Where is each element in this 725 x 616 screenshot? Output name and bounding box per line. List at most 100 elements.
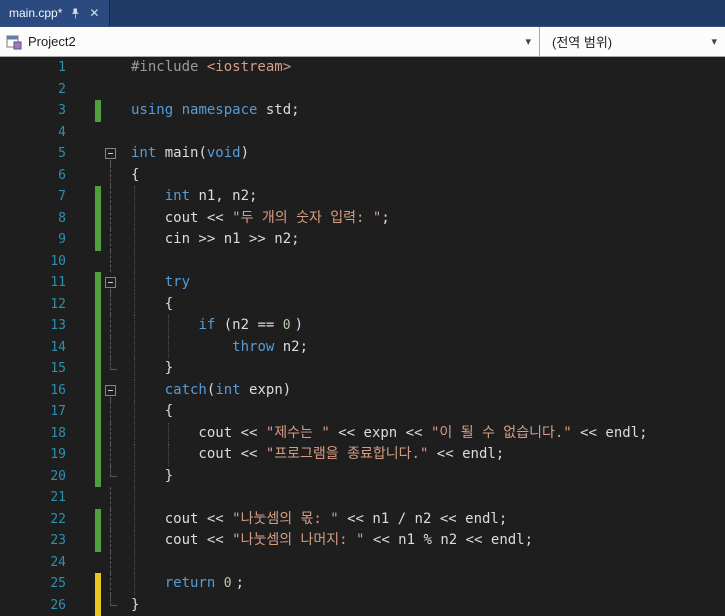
- code-line[interactable]: 15 }: [0, 358, 725, 380]
- code-line[interactable]: 5 int main(void): [0, 143, 725, 165]
- tab-main-cpp[interactable]: main.cpp* ✕: [0, 0, 111, 26]
- code-token: }: [131, 360, 174, 376]
- indent-guide: [134, 250, 136, 272]
- indent-guide: [134, 401, 136, 423]
- code-line[interactable]: 26 }: [0, 594, 725, 616]
- code-content: [121, 487, 725, 509]
- code-token: << n1 / n2 << endl;: [338, 510, 508, 527]
- code-token: return: [164, 575, 216, 591]
- fold-margin-cell: [101, 551, 121, 574]
- code-content: {: [121, 293, 725, 315]
- project-dropdown-label: Project2: [28, 34, 76, 49]
- code-token: try: [164, 274, 191, 290]
- code-line[interactable]: 7 int n1, n2;: [0, 186, 725, 208]
- code-content: catch(int expn): [121, 379, 725, 401]
- code-token: 0: [282, 318, 291, 333]
- fold-margin-cell: [101, 57, 121, 79]
- code-token: throw: [232, 338, 275, 355]
- close-icon[interactable]: ✕: [88, 7, 100, 19]
- code-token: << endl;: [428, 446, 505, 462]
- code-line[interactable]: 25 return 0;: [0, 573, 725, 595]
- code-content: cout << "프로그램을 종료합니다." << endl;: [121, 444, 725, 466]
- code-line[interactable]: 10: [0, 250, 725, 272]
- code-token: "이 될 수 없습니다.": [430, 424, 572, 441]
- code-line[interactable]: 8 cout << "두 개의 숫자 입력: ";: [0, 207, 725, 230]
- code-token: catch: [164, 381, 207, 398]
- code-line[interactable]: 23 cout << "나눗셈의 나머지: " << n1 % n2 << en…: [0, 530, 725, 552]
- project-dropdown[interactable]: Project2 ▾: [0, 27, 540, 56]
- code-token: cout <<: [131, 510, 233, 527]
- code-token: n2;: [274, 338, 309, 355]
- code-line[interactable]: 20 }: [0, 465, 725, 488]
- code-line[interactable]: 6 {: [0, 164, 725, 187]
- code-line[interactable]: 12 {: [0, 293, 725, 316]
- line-number: 6: [58, 167, 66, 183]
- code-content: {: [121, 165, 725, 187]
- fold-toggle-icon[interactable]: [105, 148, 116, 159]
- selection-margin: [70, 122, 95, 144]
- code-token: "두 개의 숫자 입력: ": [232, 209, 382, 226]
- indent-guide: [134, 379, 136, 401]
- code-line[interactable]: 4: [0, 122, 725, 144]
- code-token: cout <<: [131, 532, 233, 548]
- code-line[interactable]: 14 throw n2;: [0, 336, 725, 359]
- code-line[interactable]: 3 using namespace std;: [0, 100, 725, 122]
- fold-toggle-icon[interactable]: [105, 384, 116, 396]
- selection-margin: [70, 573, 95, 595]
- code-line[interactable]: 16 catch(int expn): [0, 379, 725, 401]
- code-line[interactable]: 17 {: [0, 401, 725, 423]
- line-number: 22: [50, 511, 66, 527]
- line-number: 5: [58, 146, 66, 161]
- selection-margin: [70, 337, 95, 359]
- code-line[interactable]: 1 #include <iostream>: [0, 57, 725, 79]
- fold-margin-cell: [101, 573, 121, 595]
- code-token: 0: [223, 576, 232, 591]
- code-line[interactable]: 18 cout << "제수는 " << expn << "이 될 수 없습니다…: [0, 422, 725, 444]
- code-line[interactable]: 21: [0, 487, 725, 509]
- code-line[interactable]: 22 cout << "나눗셈의 몫: " << n1 / n2 << endl…: [0, 508, 725, 530]
- code-token: ;: [235, 575, 244, 591]
- line-number: 13: [50, 318, 66, 333]
- line-number: 24: [50, 554, 66, 570]
- code-content: }: [121, 465, 725, 487]
- code-token: #include: [131, 59, 207, 75]
- line-number: 17: [50, 404, 66, 419]
- code-line[interactable]: 13 if (n2 == 0): [0, 315, 725, 337]
- indent-guide: [134, 336, 136, 358]
- pin-icon[interactable]: [70, 8, 80, 19]
- code-line[interactable]: 19 cout << "프로그램을 종료합니다." << endl;: [0, 444, 725, 466]
- code-line[interactable]: 9 cin >> n1 >> n2;: [0, 229, 725, 251]
- code-content: cout << "나눗셈의 몫: " << n1 / n2 << endl;: [121, 508, 725, 530]
- fold-margin-cell: [101, 465, 121, 488]
- code-token: }: [131, 467, 174, 484]
- code-token: {: [131, 295, 174, 312]
- indent-guide: [134, 229, 136, 251]
- fold-margin-cell: [101, 315, 121, 337]
- selection-margin: [70, 444, 95, 466]
- line-number: 21: [50, 490, 66, 505]
- selection-margin: [70, 143, 95, 165]
- selection-margin: [70, 229, 95, 251]
- fold-margin-cell: [101, 293, 121, 316]
- selection-margin: [70, 487, 95, 509]
- navigation-bar: Project2 ▾ (전역 범위) ▾: [0, 26, 725, 57]
- code-editor[interactable]: 1 #include <iostream> 2 3 using namespac…: [0, 57, 725, 616]
- indent-guide: [134, 358, 136, 380]
- indent-guide: [134, 465, 136, 487]
- indent-guide: [134, 207, 136, 229]
- tab-bar: main.cpp* ✕: [0, 0, 725, 26]
- code-line[interactable]: 24: [0, 551, 725, 574]
- indent-guide: [168, 315, 170, 337]
- scope-dropdown[interactable]: (전역 범위) ▾: [540, 27, 725, 56]
- selection-margin: [70, 79, 95, 101]
- indent-guide: [168, 444, 170, 466]
- fold-toggle-icon[interactable]: [105, 277, 116, 288]
- code-line[interactable]: 11 try: [0, 272, 725, 294]
- fold-margin-cell: [101, 207, 121, 230]
- indent-guide: [134, 487, 136, 509]
- cpp-project-icon: [6, 34, 22, 50]
- fold-margin-cell: [101, 100, 121, 122]
- code-line[interactable]: 2: [0, 79, 725, 101]
